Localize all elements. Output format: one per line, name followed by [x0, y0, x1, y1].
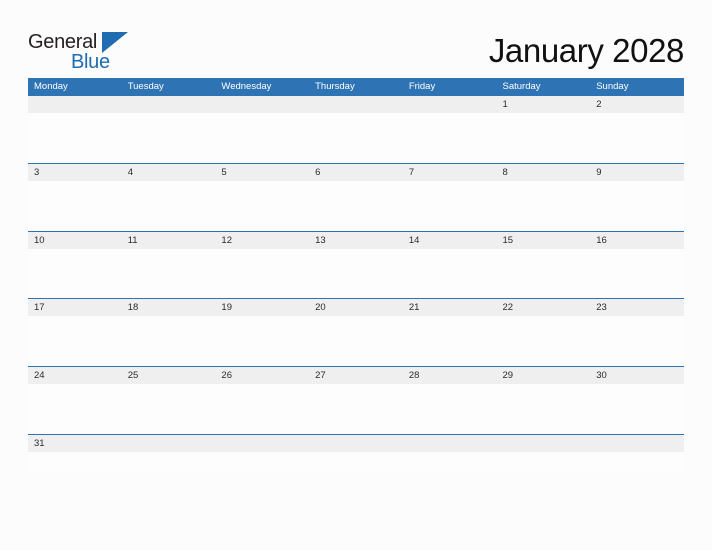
calendar-day-30[interactable]: 30	[590, 367, 684, 384]
calendar-day-23[interactable]: 23	[590, 299, 684, 316]
calendar-day-9[interactable]: 9	[590, 164, 684, 181]
calendar-day-6[interactable]: 6	[309, 164, 403, 181]
calendar-day-empty	[28, 96, 122, 113]
date-number-band: 10 11 12 13 14 15 16	[28, 231, 684, 249]
calendar-day-7[interactable]: 7	[403, 164, 497, 181]
weekday-header-monday: Monday	[34, 81, 68, 92]
weekday-header-tuesday: Tuesday	[127, 81, 164, 92]
calendar-day-29[interactable]: 29	[497, 367, 591, 384]
calendar-week-row: 12	[28, 96, 684, 163]
calendar-week-row: 24 25 26 27 28 29 30	[28, 366, 684, 434]
calendar-day-22[interactable]: 22	[497, 299, 591, 316]
calendar-day-empty	[590, 435, 684, 452]
calendar-day-empty	[309, 96, 403, 113]
brand-name-blue: Blue	[71, 51, 110, 73]
calendar-day-28[interactable]: 28	[403, 367, 497, 384]
calendar-week-row: 17 18 19 20 21 22 23	[28, 298, 684, 367]
calendar-day-empty	[215, 435, 309, 452]
weekday-header-sunday: Sunday	[596, 81, 629, 92]
calendar-day-3[interactable]: 3	[28, 164, 122, 181]
calendar-day-empty	[122, 435, 216, 452]
calendar-day-15[interactable]: 15	[497, 232, 591, 249]
calendar-day-16[interactable]: 16	[590, 232, 684, 249]
page-title: January 2028	[488, 32, 685, 69]
date-number-band: 31	[28, 434, 684, 452]
calendar-day-26[interactable]: 26	[215, 367, 309, 384]
date-number-band: 12	[28, 96, 684, 113]
brand-logo[interactable]: General Blue	[28, 31, 158, 73]
calendar-day-empty	[122, 96, 216, 113]
calendar-day-12[interactable]: 12	[215, 232, 309, 249]
calendar-day-27[interactable]: 27	[309, 367, 403, 384]
calendar-day-17[interactable]: 17	[28, 299, 122, 316]
brand-name-general: General	[28, 31, 98, 53]
calendar-week-row: 3456789	[28, 162, 684, 231]
calendar-day-2[interactable]: 2	[590, 96, 684, 113]
calendar-day-empty	[403, 96, 497, 113]
calendar-day-14[interactable]: 14	[403, 232, 497, 249]
calendar-day-5[interactable]: 5	[215, 164, 309, 181]
triangle-icon	[102, 32, 128, 53]
calendar-day-empty	[403, 435, 497, 452]
calendar-day-31[interactable]: 31	[28, 435, 122, 452]
date-number-band: 3456789	[28, 163, 684, 181]
calendar-grid: Monday Tuesday Wednesday Thursday Friday Satu…	[28, 78, 684, 473]
calendar-day-20[interactable]: 20	[309, 299, 403, 316]
calendar-day-10[interactable]: 10	[28, 232, 122, 249]
date-number-band: 17 18 19 20 21 22 23	[28, 299, 684, 317]
calendar-day-empty	[309, 435, 403, 452]
weekday-header-row: Monday Tuesday Wednesday Thursday Friday Satu…	[28, 78, 684, 96]
calendar-day-1[interactable]: 1	[497, 96, 591, 113]
weekday-header-thursday: Thursday	[315, 81, 355, 92]
calendar-week-row: 10 11 12 13 14 15 16	[28, 230, 684, 299]
calendar-day-19[interactable]: 19	[215, 299, 309, 316]
calendar-day-empty	[215, 96, 309, 113]
calendar-day-24[interactable]: 24	[28, 367, 122, 384]
calendar-day-21[interactable]: 21	[403, 299, 497, 316]
calendar-day-4[interactable]: 4	[122, 164, 216, 181]
calendar-day-13[interactable]: 13	[309, 232, 403, 249]
calendar-week-row: 31	[28, 433, 684, 473]
calendar-day-empty	[497, 435, 591, 452]
date-number-band: 24 25 26 27 28 29 30	[28, 367, 684, 385]
calendar-day-25[interactable]: 25	[122, 367, 216, 384]
calendar-weeks: 1 2 3 4 5 6 7 8 9 10 11 12 13 14 15 16 17 18 19 20 21 22 23 24 2…	[28, 96, 684, 473]
weekday-header-friday: Friday	[408, 81, 436, 92]
weekday-header-saturday: Saturday	[502, 81, 541, 92]
calendar-day-11[interactable]: 11	[122, 232, 216, 249]
calendar-day-8[interactable]: 8	[497, 164, 591, 181]
calendar-day-18[interactable]: 18	[122, 299, 216, 316]
weekday-header-wednesday: Wednesday	[221, 81, 272, 92]
page-header: General Blue January 2028	[0, 0, 712, 78]
